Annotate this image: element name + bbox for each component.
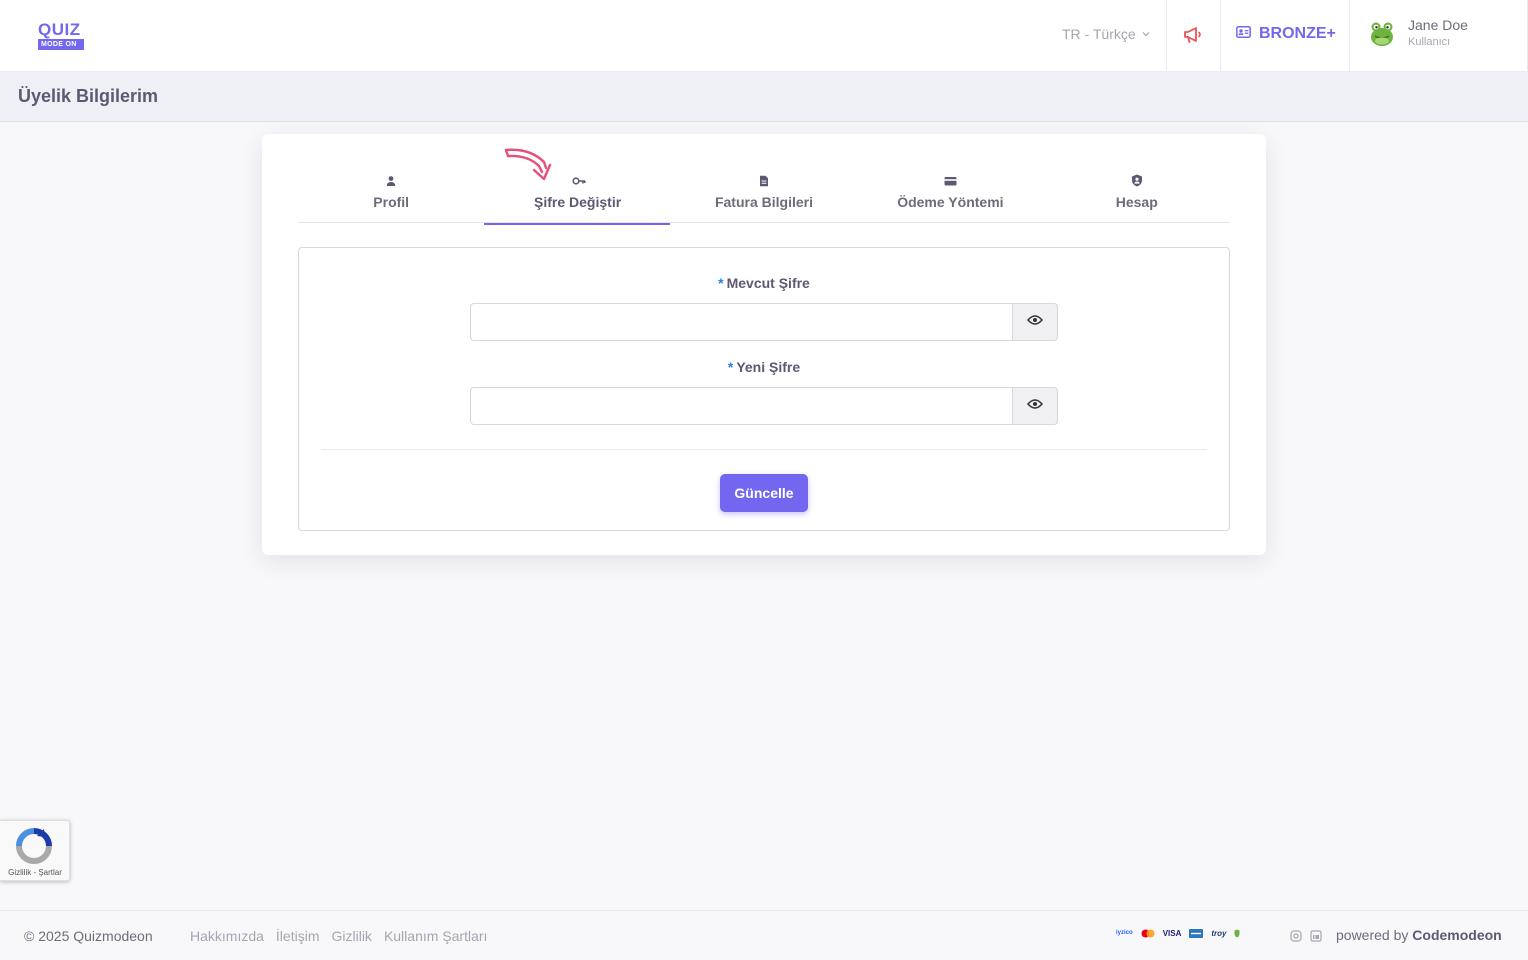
logo[interactable]: QUIZ MODE ON (38, 21, 84, 50)
plan-badge[interactable]: BRONZE+ (1236, 25, 1336, 43)
navbar-divider (1166, 0, 1167, 72)
form-divider (321, 449, 1207, 450)
recaptcha-badge[interactable]: Gizlilik - Şartlar (0, 820, 70, 881)
tab-profile[interactable]: Profil (298, 134, 484, 223)
footer-link-terms[interactable]: Kullanım Şartları (384, 928, 487, 944)
tab-account[interactable]: Hesap (1044, 134, 1230, 223)
document-icon (758, 174, 770, 187)
membership-card-icon (1236, 25, 1251, 43)
footer-links: Hakkımızda İletişim Gizlilik Kullanım Şa… (190, 928, 487, 944)
tab-label: Hesap (1115, 194, 1158, 210)
footer-link-privacy[interactable]: Gizlilik (331, 928, 371, 944)
visa-logo: VISA (1162, 928, 1182, 938)
navbar-divider (1220, 0, 1221, 72)
iyzico-logo: iyzico (1116, 930, 1133, 936)
megaphone-icon[interactable] (1183, 26, 1205, 46)
user-name: Jane Doe (1408, 17, 1468, 33)
powered-by-brand[interactable]: Codemodeon (1412, 927, 1501, 943)
new-password-label: * Yeni Şifre (299, 359, 1229, 375)
powered-by: powered by Codemodeon (1336, 927, 1502, 943)
shield-user-icon (1131, 174, 1143, 187)
footer-link-about[interactable]: Hakkımızda (190, 928, 264, 944)
password-form: * Mevcut Şifre * Yeni Şifre Güncelle (298, 247, 1230, 531)
recaptcha-text[interactable]: Gizlilik - Şartlar (0, 868, 70, 877)
credit-card-icon (944, 174, 957, 186)
new-password-input[interactable] (470, 387, 1012, 425)
new-password-group (470, 387, 1058, 425)
instagram-icon[interactable] (1290, 929, 1302, 947)
language-dropdown[interactable]: TR - Türkçe (1062, 26, 1150, 42)
toggle-new-password-button[interactable] (1012, 387, 1058, 425)
language-label: TR - Türkçe (1062, 26, 1136, 42)
page-title: Üyelik Bilgilerim (18, 86, 159, 106)
secure-badge-icon (1234, 928, 1240, 938)
troy-logo: troy (1211, 928, 1227, 938)
toggle-current-password-button[interactable] (1012, 303, 1058, 341)
tab-label: Ödeme Yöntemi (897, 194, 1004, 210)
plan-label: BRONZE+ (1259, 25, 1336, 42)
page-header: Üyelik Bilgilerim (0, 72, 1528, 122)
annotation-arrow-icon (504, 146, 552, 184)
membership-card: Profil Şifre Değiştir Fatura Bilgileri Ö… (262, 134, 1266, 555)
key-icon (571, 174, 586, 186)
logo-text: QUIZ (38, 20, 81, 39)
footer-link-contact[interactable]: İletişim (276, 928, 320, 944)
payment-logos: iyzico VISA troy (1116, 928, 1240, 938)
required-mark: * (727, 359, 734, 375)
powered-by-prefix: powered by (1336, 927, 1409, 943)
tab-payment-method[interactable]: Ödeme Yöntemi (857, 134, 1043, 223)
social-links (1290, 929, 1322, 947)
tab-billing-info[interactable]: Fatura Bilgileri (671, 134, 857, 223)
current-password-input[interactable] (470, 303, 1012, 341)
linkedin-icon[interactable] (1310, 929, 1322, 947)
avatar (1368, 19, 1396, 47)
amex-logo (1189, 928, 1204, 938)
required-mark: * (718, 275, 724, 291)
top-navbar: QUIZ MODE ON TR - Türkçe BRONZE+ Jane Do… (0, 0, 1528, 72)
navbar-divider (1349, 0, 1350, 72)
recaptcha-icon (14, 827, 54, 865)
current-password-label: * Mevcut Şifre (299, 275, 1229, 291)
current-password-group (470, 303, 1058, 341)
copyright: © 2025 Quizmodeon (24, 928, 153, 944)
logo-subtext: MODE ON (38, 39, 84, 50)
current-password-label-text: Mevcut Şifre (726, 275, 810, 291)
new-password-label-text: Yeni Şifre (736, 359, 801, 375)
user-role: Kullanıcı (1408, 36, 1451, 48)
tab-label: Şifre Değiştir (534, 194, 622, 210)
user-icon (385, 174, 397, 186)
eye-icon (1027, 313, 1043, 331)
tab-bar: Profil Şifre Değiştir Fatura Bilgileri Ö… (298, 134, 1230, 225)
tab-label: Fatura Bilgileri (714, 194, 813, 210)
mastercard-logo (1141, 928, 1155, 938)
user-menu[interactable]: Jane Doe Kullanıcı (1368, 17, 1468, 48)
eye-icon (1027, 397, 1043, 415)
tab-label: Profil (373, 194, 410, 210)
update-button[interactable]: Güncelle (720, 474, 808, 512)
chevron-down-icon (1142, 29, 1150, 39)
